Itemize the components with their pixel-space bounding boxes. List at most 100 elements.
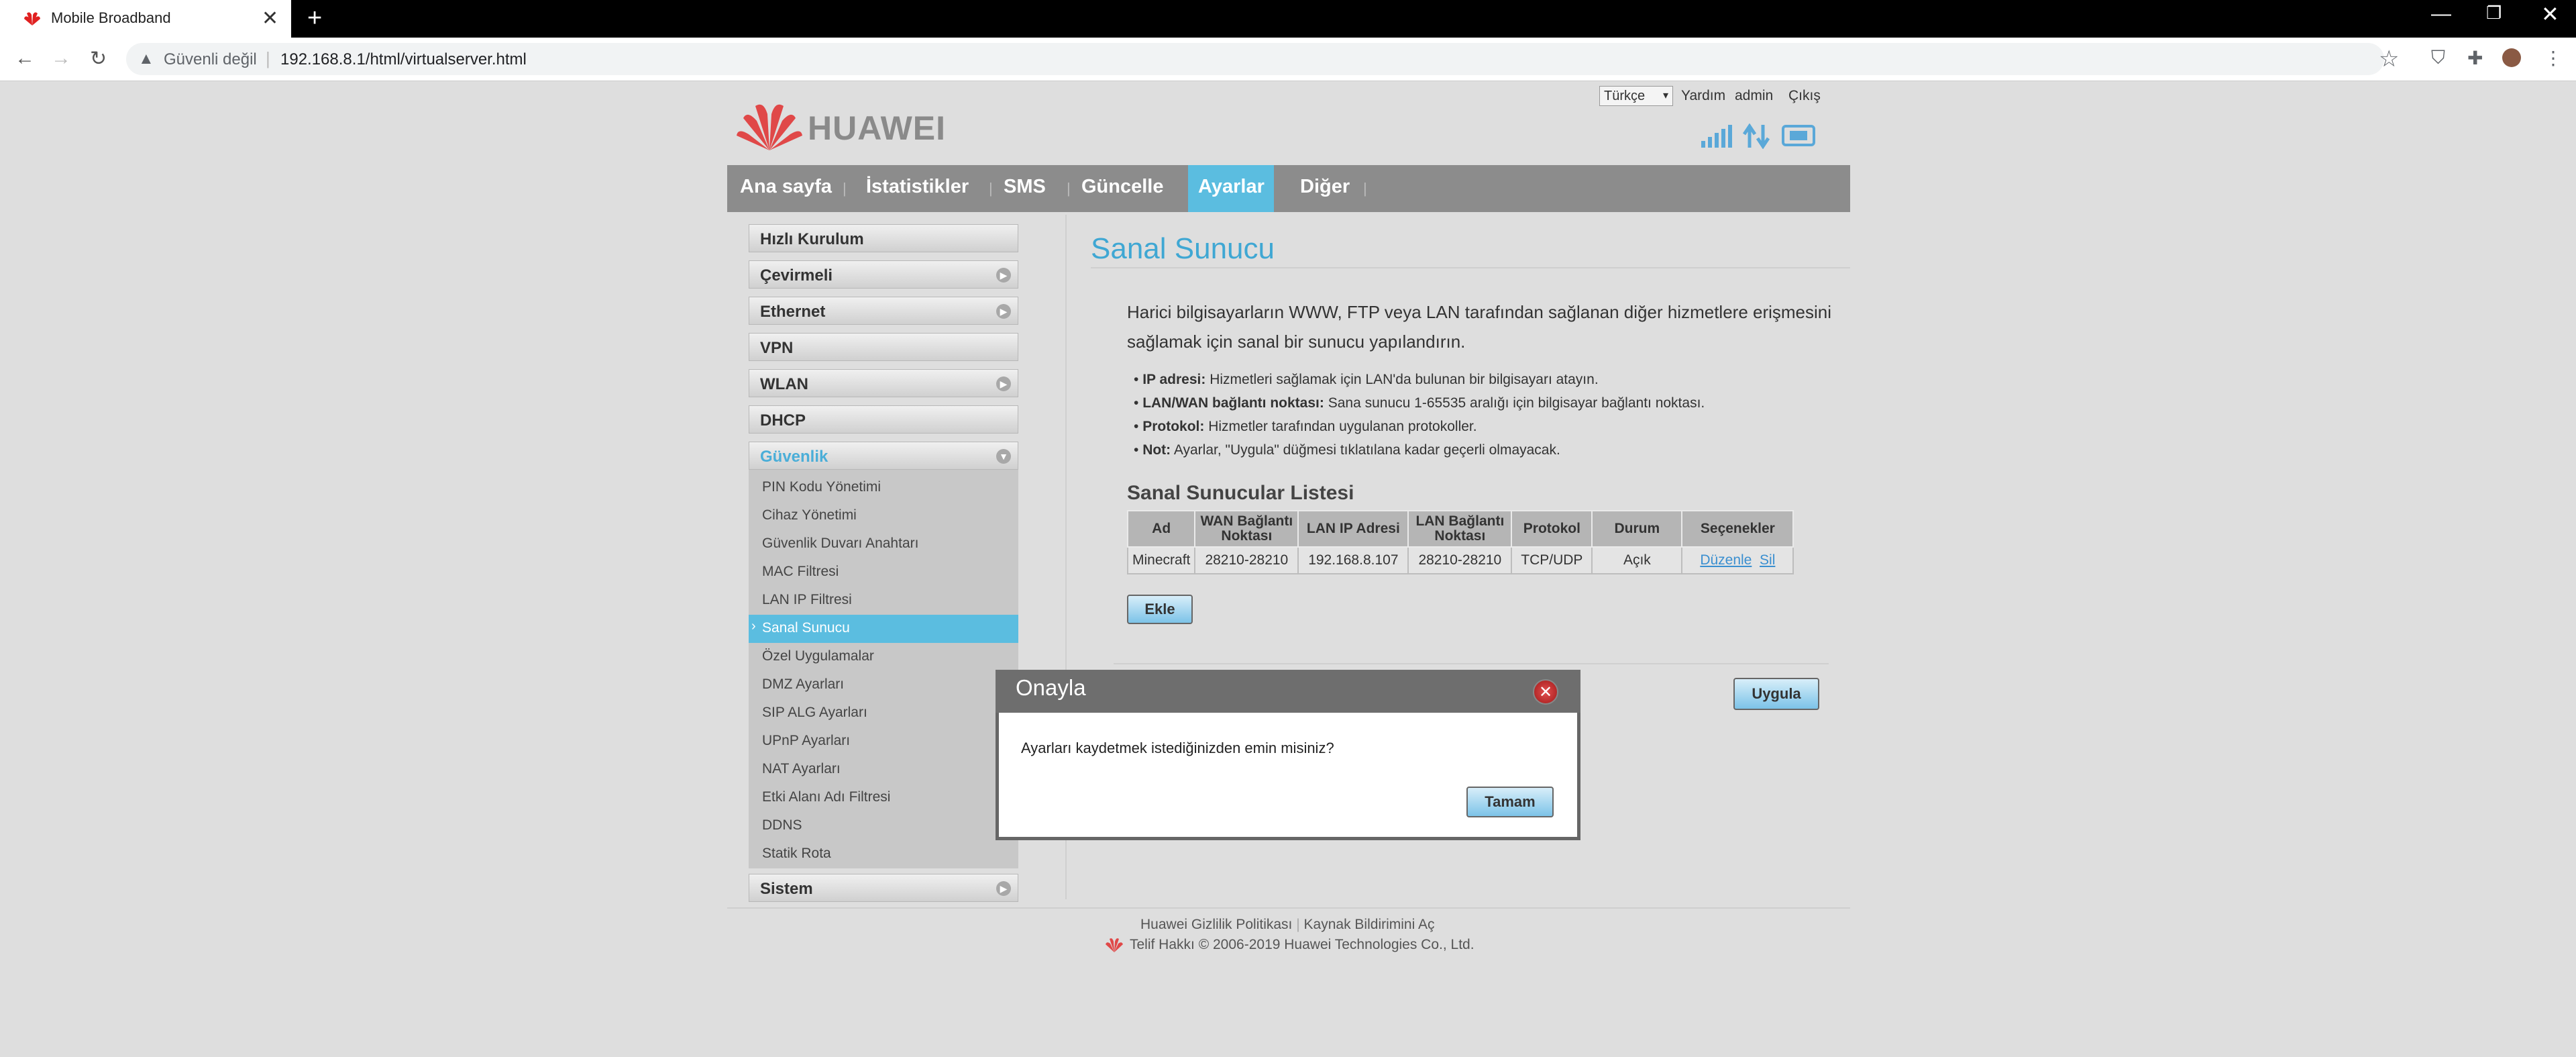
bullet-term: Not: bbox=[1142, 442, 1171, 458]
sidebar-item-sip-alg[interactable]: SIP ALG Ayarları bbox=[762, 705, 867, 721]
col-lan-port: LAN Bağlantı Noktası bbox=[1407, 510, 1513, 548]
sidebar-system[interactable]: Sistem ▶ bbox=[749, 874, 1018, 902]
col-status: Durum bbox=[1591, 510, 1683, 548]
ok-button[interactable]: Tamam bbox=[1466, 787, 1554, 817]
sidebar-label: Ethernet bbox=[760, 303, 826, 321]
sidebar-label: Sistem bbox=[760, 880, 813, 898]
sidebar-label: DHCP bbox=[760, 411, 806, 430]
browser-menu-icon[interactable]: ⋮ bbox=[2544, 47, 2563, 69]
warning-icon[interactable]: ▲ bbox=[138, 50, 154, 68]
sidebar-item-upnp[interactable]: UPnP Ayarları bbox=[762, 733, 850, 749]
bullet-term: Protokol: bbox=[1142, 419, 1205, 434]
sidebar-item-firewall[interactable]: Güvenlik Duvarı Anahtarı bbox=[762, 536, 918, 552]
dialog-title: Onayla bbox=[1016, 675, 1086, 700]
sidebar-dialup[interactable]: Çevirmeli ▶ bbox=[749, 260, 1018, 289]
col-lan-ip: LAN IP Adresi bbox=[1297, 510, 1409, 548]
bullet-term: IP adresi: bbox=[1142, 372, 1206, 387]
footer-separator: | bbox=[1296, 917, 1304, 932]
sidebar-label: Çevirmeli bbox=[760, 266, 833, 285]
nav-separator: | bbox=[1067, 180, 1071, 197]
edit-link[interactable]: Düzenle bbox=[1700, 552, 1752, 568]
tab-close-icon[interactable]: ✕ bbox=[262, 7, 278, 30]
huawei-logo-icon bbox=[737, 104, 802, 150]
reload-icon[interactable]: ↻ bbox=[90, 47, 107, 70]
logout-link[interactable]: Çıkış bbox=[1788, 88, 1821, 104]
list-title: Sanal Sunucular Listesi bbox=[1127, 482, 1354, 504]
dialog-message: Ayarları kaydetmek istediğinizden emin m… bbox=[1021, 740, 1334, 756]
sidebar-item-mac-filter[interactable]: MAC Filtresi bbox=[762, 564, 839, 580]
bullet-text: Sana sunucu 1-65535 aralığı için bilgisa… bbox=[1328, 395, 1705, 411]
apply-button[interactable]: Uygula bbox=[1733, 678, 1819, 710]
sim-status-icon bbox=[1782, 125, 1815, 146]
sidebar-vpn[interactable]: VPN bbox=[749, 333, 1018, 361]
source-notice-link[interactable]: Kaynak Bildirimini Aç bbox=[1304, 917, 1435, 932]
nav-separator: | bbox=[1363, 180, 1367, 197]
description-line-2: sağlamak için sanal bir sunucu yapılandı… bbox=[1127, 332, 1466, 352]
cell-status: Açık bbox=[1591, 546, 1683, 574]
window-minimize-icon[interactable]: — bbox=[2431, 3, 2451, 26]
window-restore-icon[interactable]: ❐ bbox=[2486, 3, 2502, 23]
nav-sms[interactable]: SMS bbox=[1004, 176, 1046, 198]
forward-icon[interactable]: → bbox=[51, 47, 71, 70]
expand-arrow-icon: ▶ bbox=[996, 376, 1011, 391]
footer-links: Huawei Gizlilik Politikası | Kaynak Bild… bbox=[1140, 917, 1434, 933]
window-close-icon[interactable]: ✕ bbox=[2541, 1, 2559, 27]
extension-shield-icon[interactable]: ⛉ bbox=[2431, 47, 2445, 69]
expand-arrow-icon: ▶ bbox=[996, 304, 1011, 319]
bullet-text: Hizmetler tarafından uygulanan protokoll… bbox=[1208, 419, 1477, 434]
sidebar-item-lan-ip-filter[interactable]: LAN IP Filtresi bbox=[762, 592, 852, 608]
security-indicator[interactable]: Güvenli değil bbox=[164, 50, 257, 69]
bullet-ip-address: • IP adresi: Hizmetleri sağlamak için LA… bbox=[1134, 372, 1599, 387]
table-header-row: Ad WAN Bağlantı Noktası LAN IP Adresi LA… bbox=[1126, 510, 1794, 548]
sidebar-quick-setup[interactable]: Hızlı Kurulum bbox=[749, 224, 1018, 252]
sidebar-dhcp[interactable]: DHCP bbox=[749, 405, 1018, 434]
sidebar-item-domain-filter[interactable]: Etki Alanı Adı Filtresi bbox=[762, 789, 890, 805]
active-arrow-icon: › bbox=[751, 619, 756, 634]
profile-avatar[interactable] bbox=[2502, 48, 2521, 67]
back-icon[interactable]: ← bbox=[15, 47, 35, 70]
huawei-favicon-icon bbox=[24, 12, 40, 26]
data-transfer-icon bbox=[1743, 123, 1770, 149]
extensions-puzzle-icon[interactable]: ✚ bbox=[2467, 47, 2483, 69]
url-text[interactable]: 192.168.8.1/html/virtualserver.html bbox=[280, 50, 527, 69]
cell-wan-port: 28210-28210 bbox=[1194, 546, 1299, 574]
sidebar-ethernet[interactable]: Ethernet ▶ bbox=[749, 297, 1018, 325]
content-rule bbox=[1114, 663, 1829, 664]
sidebar-item-virtual-server[interactable]: Sanal Sunucu bbox=[762, 620, 850, 636]
sidebar-item-dmz[interactable]: DMZ Ayarları bbox=[762, 676, 844, 693]
nav-settings[interactable]: Ayarlar bbox=[1198, 176, 1265, 198]
sidebar-item-pin[interactable]: PIN Kodu Yönetimi bbox=[762, 479, 881, 495]
nav-separator: | bbox=[989, 180, 993, 197]
url-divider: | bbox=[266, 48, 270, 68]
nav-home[interactable]: Ana sayfa bbox=[740, 176, 832, 198]
nav-update[interactable]: Güncelle bbox=[1081, 176, 1164, 198]
sidebar-label: Güvenlik bbox=[760, 448, 828, 466]
sidebar-wlan[interactable]: WLAN ▶ bbox=[749, 369, 1018, 397]
sidebar-item-device[interactable]: Cihaz Yönetimi bbox=[762, 507, 857, 523]
sidebar-item-nat[interactable]: NAT Ayarları bbox=[762, 761, 841, 777]
sidebar-security[interactable]: Güvenlik ▼ bbox=[749, 442, 1018, 470]
nav-statistics[interactable]: İstatistikler bbox=[866, 176, 969, 198]
nav-other[interactable]: Diğer bbox=[1300, 176, 1350, 198]
col-protocol: Protokol bbox=[1511, 510, 1593, 548]
user-link[interactable]: admin bbox=[1735, 88, 1773, 104]
sidebar-item-static-route[interactable]: Statik Rota bbox=[762, 846, 831, 862]
sidebar-label: Hızlı Kurulum bbox=[760, 230, 864, 248]
sidebar-label: WLAN bbox=[760, 375, 808, 393]
sidebar-item-special-apps[interactable]: Özel Uygulamalar bbox=[762, 648, 874, 664]
cell-name: Minecraft bbox=[1126, 546, 1196, 574]
sidebar-item-ddns[interactable]: DDNS bbox=[762, 817, 802, 834]
description-line-1: Harici bilgisayarların WWW, FTP veya LAN… bbox=[1127, 302, 1832, 322]
sidebar-label: VPN bbox=[760, 339, 794, 357]
add-button[interactable]: Ekle bbox=[1127, 595, 1193, 624]
delete-link[interactable]: Sil bbox=[1760, 552, 1775, 568]
new-tab-icon[interactable]: + bbox=[307, 4, 322, 33]
title-rule bbox=[1091, 267, 1850, 268]
privacy-link[interactable]: Huawei Gizlilik Politikası bbox=[1140, 917, 1292, 932]
help-link[interactable]: Yardım bbox=[1681, 88, 1725, 104]
bullet-text: Ayarlar, "Uygula" düğmesi tıklatılana ka… bbox=[1173, 442, 1560, 458]
bookmark-star-icon[interactable]: ☆ bbox=[2379, 46, 2399, 72]
language-select[interactable]: Türkçe ▾ bbox=[1599, 86, 1673, 106]
close-icon[interactable]: ✕ bbox=[1533, 679, 1558, 705]
bullet-protocol: • Protokol: Hizmetler tarafından uygulan… bbox=[1134, 419, 1477, 434]
